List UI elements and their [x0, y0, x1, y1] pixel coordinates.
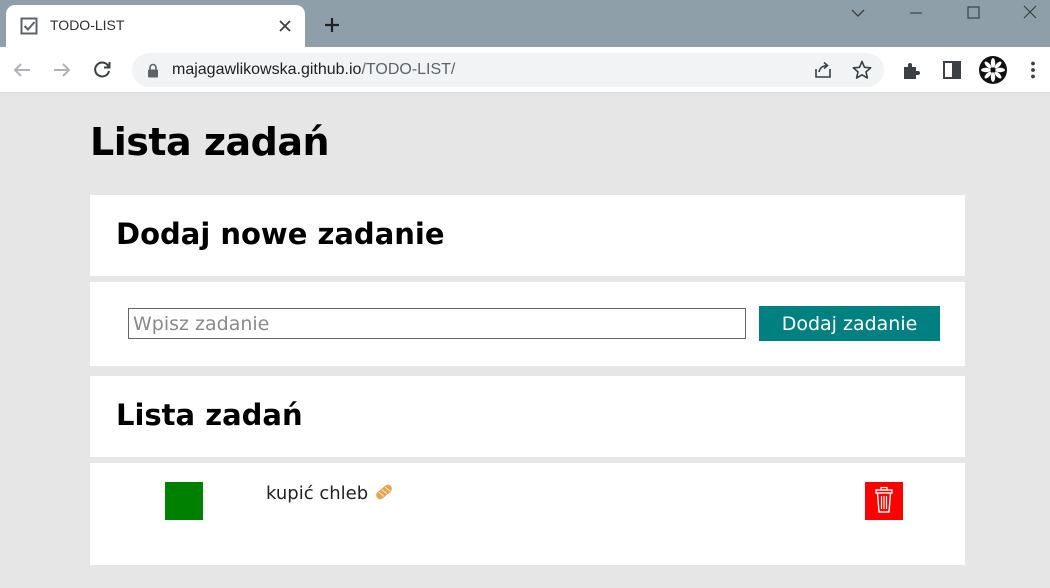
- close-tab-icon[interactable]: [276, 17, 294, 35]
- checkbox-favicon-icon: [20, 17, 38, 35]
- minimize-icon[interactable]: [905, 4, 927, 22]
- address-bar[interactable]: majagawlikowska.github.io/TODO-LIST/: [132, 53, 884, 87]
- bookmark-star-icon[interactable]: [851, 59, 873, 81]
- task-list-header: Lista zadań: [90, 376, 965, 460]
- profile-avatar[interactable]: [979, 56, 1007, 84]
- profile-flower-icon: [980, 57, 1006, 83]
- forward-icon[interactable]: [50, 58, 74, 82]
- trash-icon: [875, 486, 893, 513]
- maximize-icon[interactable]: [962, 4, 984, 22]
- reload-icon[interactable]: [90, 58, 114, 82]
- remove-task-button[interactable]: [865, 482, 903, 520]
- add-task-button[interactable]: Dodaj zadanie: [759, 306, 940, 341]
- side-panel-icon[interactable]: [940, 58, 964, 82]
- lock-icon[interactable]: [146, 63, 160, 78]
- task-text: kupić chleb: [266, 483, 394, 504]
- more-menu-icon[interactable]: [1021, 58, 1045, 82]
- url-text[interactable]: majagawlikowska.github.io/TODO-LIST/: [172, 61, 455, 79]
- task-input[interactable]: [128, 308, 746, 339]
- tab-title: TODO-LIST: [50, 17, 125, 33]
- add-task-heading: Dodaj nowe zadanie: [116, 217, 445, 251]
- close-window-icon[interactable]: [1019, 4, 1041, 22]
- mark-done-button[interactable]: [165, 482, 203, 520]
- extensions-puzzle-icon[interactable]: [900, 58, 924, 82]
- new-tab-icon[interactable]: [322, 15, 342, 35]
- list-item: kupić chleb: [90, 463, 965, 543]
- task-list: kupić chleb: [90, 463, 965, 565]
- add-task-header: Dodaj nowe zadanie: [90, 195, 965, 279]
- task-list-heading: Lista zadań: [116, 398, 303, 432]
- browser-tab[interactable]: TODO-LIST: [6, 5, 305, 47]
- url-domain: majagawlikowska.github.io: [172, 61, 362, 78]
- add-task-form: Dodaj zadanie: [90, 282, 965, 366]
- browser-titlebar: TODO-LIST: [0, 0, 1050, 47]
- bread-icon: [376, 484, 392, 500]
- back-icon[interactable]: [10, 58, 34, 82]
- browser-toolbar: majagawlikowska.github.io/TODO-LIST/: [0, 47, 1050, 93]
- page-title: Lista zadań: [90, 120, 330, 164]
- share-icon[interactable]: [812, 59, 834, 81]
- url-path: /TODO-LIST/: [361, 61, 456, 78]
- tab-search-chevron-icon[interactable]: [847, 4, 869, 22]
- task-label: kupić chleb: [266, 483, 369, 504]
